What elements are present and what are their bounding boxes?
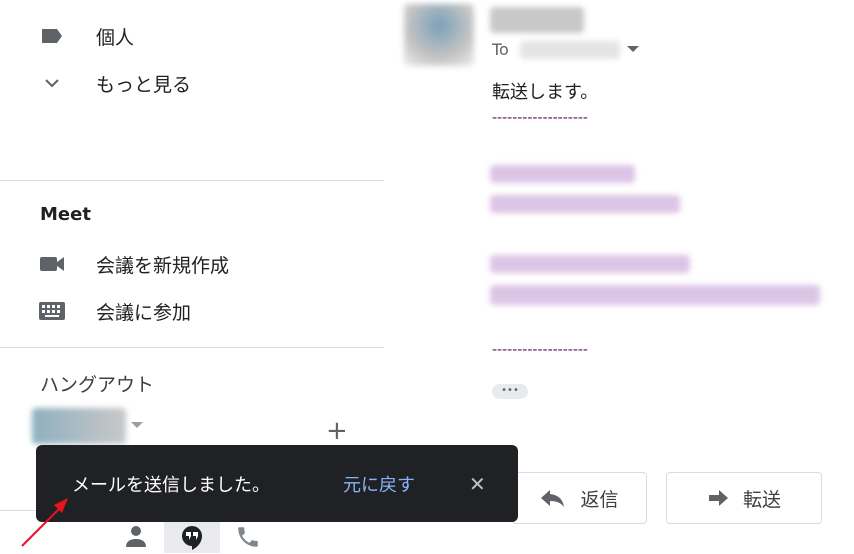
- reply-label: 返信: [580, 488, 619, 511]
- hangouts-tab[interactable]: [164, 522, 220, 553]
- meet-new-meeting[interactable]: 会議を新規作成: [0, 244, 384, 284]
- sidebar-more-label: もっと見る: [96, 73, 192, 96]
- meet-new-label: 会議を新規作成: [96, 254, 230, 277]
- blurred-text: [490, 255, 690, 273]
- close-icon[interactable]: ✕: [469, 472, 486, 496]
- blurred-text: [490, 285, 820, 305]
- reply-icon: [541, 490, 565, 507]
- blurred-text: [490, 165, 635, 183]
- divider: [0, 180, 384, 181]
- meet-heading: Meet: [40, 204, 91, 225]
- recipient-details-caret-icon[interactable]: [627, 46, 639, 52]
- show-trimmed-content-button[interactable]: •••: [492, 384, 528, 399]
- hangouts-heading: ハングアウト: [40, 374, 155, 396]
- meet-join-label: 会議に参加: [96, 301, 192, 324]
- phone-icon[interactable]: [235, 524, 261, 554]
- person-icon[interactable]: [125, 524, 147, 552]
- forward-button[interactable]: 転送: [666, 472, 822, 524]
- hangouts-user-avatar[interactable]: [32, 408, 126, 444]
- recipient: [520, 41, 620, 59]
- chevron-down-icon: [0, 77, 96, 89]
- forward-icon: [708, 490, 728, 506]
- snackbar: メールを送信しました。 元に戻す ✕: [36, 445, 518, 522]
- blurred-text: [490, 195, 680, 213]
- sidebar-label-personal[interactable]: 個人: [0, 16, 384, 56]
- separator-top: -------------------: [492, 110, 588, 126]
- sidebar-label-text: 個人: [96, 26, 135, 49]
- divider: [0, 347, 384, 348]
- sidebar-more[interactable]: もっと見る: [0, 63, 384, 103]
- reply-button[interactable]: 返信: [512, 472, 647, 524]
- snackbar-message: メールを送信しました。: [72, 474, 270, 496]
- email-body: 転送します。: [492, 82, 599, 103]
- to-label: To: [492, 40, 509, 59]
- sender-name: [490, 7, 584, 33]
- keyboard-icon: [0, 301, 96, 321]
- label-icon: [0, 27, 96, 45]
- meet-join[interactable]: 会議に参加: [0, 291, 384, 331]
- hangouts-icon: [182, 526, 202, 550]
- add-icon[interactable]: +: [326, 418, 348, 444]
- sender-avatar: [404, 4, 474, 66]
- annotation-arrow-icon: [21, 498, 68, 547]
- caret-down-icon[interactable]: [131, 422, 143, 428]
- video-camera-icon: [0, 255, 96, 273]
- separator-bottom: -------------------: [492, 342, 588, 358]
- forward-label: 転送: [742, 488, 781, 511]
- undo-button[interactable]: 元に戻す: [343, 471, 415, 497]
